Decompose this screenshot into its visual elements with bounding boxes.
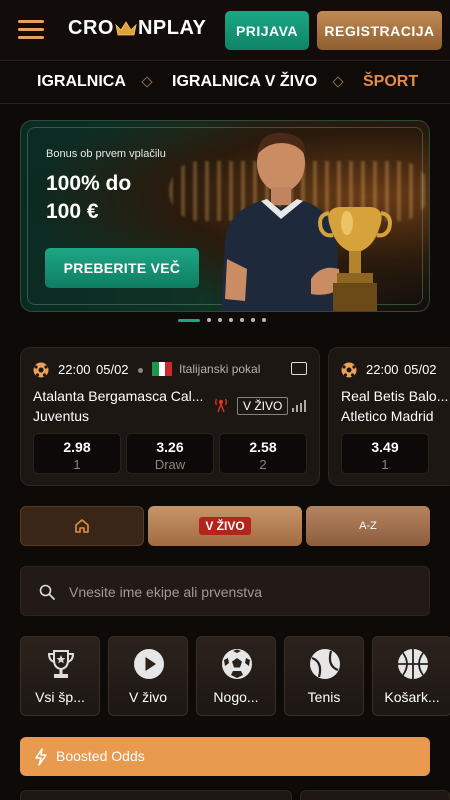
sport-tile-live[interactable]: V živo [108, 636, 188, 716]
login-button[interactable]: PRIJAVA [225, 11, 309, 50]
football-icon [222, 649, 252, 679]
match-card[interactable]: 22:00 05/02 Real Betis Balo... Atletico … [328, 347, 450, 486]
header: CRO NPLAY PRIJAVA REGISTRACIJA [0, 0, 450, 60]
basketball-icon [398, 649, 428, 679]
nav-item-casino[interactable]: IGRALNICA [37, 73, 126, 91]
odd-value: 2.58 [249, 439, 277, 455]
carousel-dot[interactable] [240, 318, 244, 322]
tennis-icon [310, 649, 340, 679]
stats-icon[interactable] [292, 400, 306, 412]
sport-tile-basketball[interactable]: Košark... [372, 636, 450, 716]
boosted-card-peek [300, 790, 450, 800]
home-icon [75, 519, 89, 533]
logo-text-end: NPLAY [137, 17, 207, 39]
search-box [20, 566, 430, 616]
football-icon [341, 362, 357, 378]
logo[interactable]: CRO NPLAY [68, 17, 206, 40]
match-time: 22:00 [366, 362, 399, 377]
match-time: 22:00 [58, 362, 91, 377]
odd-button-draw[interactable]: 3.26 Draw [126, 433, 214, 474]
league-name: Italijanski pokal [179, 362, 261, 376]
football-icon [33, 362, 49, 378]
away-team: Atletico Madrid [341, 408, 434, 424]
italy-flag-icon [152, 362, 173, 376]
carousel-dot[interactable] [229, 318, 233, 322]
nav-separator-icon [332, 76, 344, 88]
read-more-button[interactable]: PREBERITE VEČ [45, 248, 199, 288]
sport-tile-all[interactable]: Vsi šp... [20, 636, 100, 716]
play-icon [134, 649, 164, 679]
odd-label: 2 [259, 457, 267, 472]
odd-button-home[interactable]: 3.49 1 [341, 433, 429, 474]
promo-banner[interactable]: Bonus ob prvem vplačilu 100% do 100 € PR… [20, 120, 430, 312]
boosted-odds-header[interactable]: Boosted Odds [20, 737, 430, 776]
home-filter-button[interactable] [20, 506, 144, 546]
bullet-separator [138, 368, 143, 373]
match-date: 05/02 [96, 362, 129, 377]
boosted-card-peek [20, 790, 292, 800]
odd-button-away[interactable]: 2.58 2 [219, 433, 307, 474]
live-filter-button[interactable]: V ŽIVO [148, 506, 302, 546]
search-icon [39, 584, 55, 600]
crown-icon [115, 20, 137, 35]
odd-value: 2.98 [63, 439, 91, 455]
nav-item-live-casino[interactable]: IGRALNICA V ŽIVO [172, 73, 317, 91]
carousel-dot[interactable] [218, 318, 222, 322]
carousel-dots [178, 318, 273, 322]
home-team: Atalanta Bergamasca Cal... [33, 388, 204, 404]
az-filter-button[interactable]: A-Z [306, 506, 430, 546]
nav-item-sport[interactable]: ŠPORT [363, 73, 418, 91]
trophy-icon [47, 650, 75, 678]
carousel-dot[interactable] [207, 318, 211, 322]
odd-label: 1 [381, 457, 389, 472]
sport-label: V živo [128, 689, 168, 705]
banner-headline: 100% do 100 € [46, 172, 132, 223]
logo-text-start: CRO [68, 17, 114, 39]
home-team: Real Betis Balo... [341, 388, 449, 404]
sport-label: Košark... [384, 689, 440, 705]
player-with-trophy-image [221, 132, 392, 311]
register-button[interactable]: REGISTRACIJA [317, 11, 442, 50]
carousel-dot[interactable] [262, 318, 266, 322]
carousel-dot[interactable] [178, 318, 200, 322]
banner-subtitle: Bonus ob prvem vplačilu [46, 148, 166, 160]
odd-label: 1 [73, 457, 81, 472]
match-date: 05/02 [404, 362, 437, 377]
carousel-dot[interactable] [251, 318, 255, 322]
search-input[interactable] [69, 579, 409, 605]
nav-separator-icon [141, 76, 153, 88]
menu-icon[interactable] [18, 20, 44, 40]
main-nav: IGRALNICA IGRALNICA V ŽIVO ŠPORT [0, 60, 450, 104]
odd-value: 3.49 [371, 439, 399, 455]
boosted-odds-label: Boosted Odds [56, 748, 145, 764]
sport-label: Nogo... [213, 689, 259, 705]
sport-label: Tenis [307, 689, 341, 705]
sport-tile-tennis[interactable]: Tenis [284, 636, 364, 716]
match-card[interactable]: 22:00 05/02 Italijanski pokal Atalanta B… [20, 347, 320, 486]
lightning-icon [35, 748, 47, 766]
away-team: Juventus [33, 408, 90, 424]
odd-value: 3.26 [156, 439, 184, 455]
sport-label: Vsi šp... [35, 689, 85, 705]
live-pill: V ŽIVO [199, 517, 251, 535]
odd-button-home[interactable]: 2.98 1 [33, 433, 121, 474]
tv-icon[interactable] [291, 362, 307, 375]
live-badge: V ŽIVO [237, 397, 289, 415]
live-stream-icon [215, 398, 227, 412]
odd-label: Draw [154, 457, 186, 472]
sport-tile-football[interactable]: Nogo... [196, 636, 276, 716]
